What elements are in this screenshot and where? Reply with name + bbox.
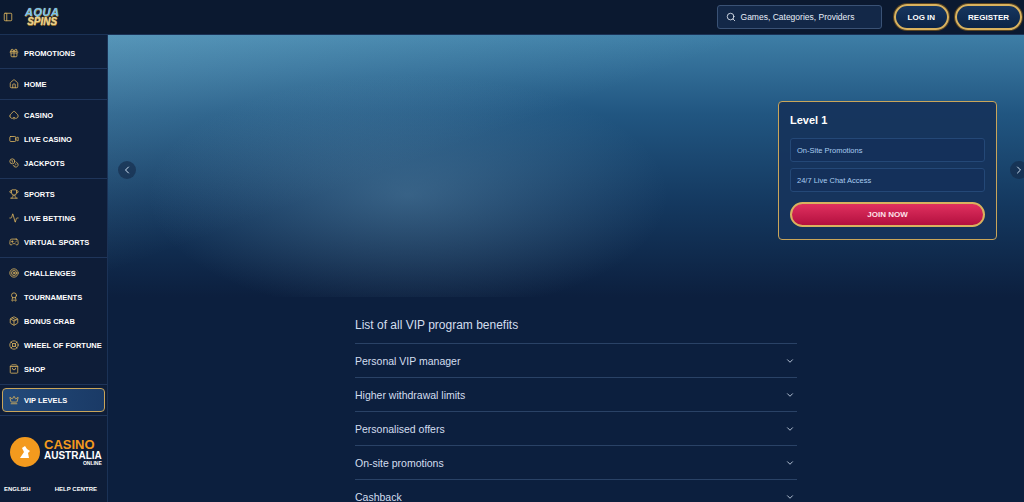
prev-arrow-icon[interactable] bbox=[118, 161, 136, 179]
benefit-row[interactable]: Higher withdrawal limits bbox=[355, 377, 797, 411]
sidebar-item[interactable]: CASINO bbox=[2, 103, 105, 127]
hero-banner: Level 1On-Site Promotions24/7 Live Chat … bbox=[108, 35, 1024, 297]
menu-icon bbox=[9, 134, 19, 144]
join-button[interactable]: JOIN NOW bbox=[790, 202, 985, 227]
level-card: Level 1On-Site Promotions24/7 Live Chat … bbox=[778, 101, 997, 240]
footer-link[interactable]: HELP CENTRE bbox=[55, 486, 97, 492]
sidebar-item[interactable]: JACKPOTS bbox=[2, 151, 105, 175]
benefits-list: List of all VIP program benefits Personal… bbox=[355, 297, 797, 502]
sidebar-item[interactable]: SHOP bbox=[2, 357, 105, 381]
page: AQUASPINS Games, Categories, Providers LOG… bbox=[0, 0, 1024, 502]
menu-icon bbox=[9, 316, 19, 326]
menu-icon bbox=[9, 268, 19, 278]
benefit-row[interactable]: Cashback bbox=[355, 479, 797, 502]
sidebar-item[interactable]: BONUS CRAB bbox=[2, 309, 105, 333]
chevron-icon bbox=[785, 458, 795, 468]
sidebar-group: VIP LEVELS bbox=[0, 385, 107, 416]
chevron-icon bbox=[785, 424, 795, 434]
menu-icon bbox=[9, 237, 19, 247]
menu-icon bbox=[9, 292, 19, 302]
search-icon bbox=[726, 12, 736, 22]
sidebar-group: SPORTSLIVE BETTINGVIRTUAL SPORTS bbox=[0, 179, 107, 258]
watermark: CASINOAUSTRALIAONLINE bbox=[10, 437, 102, 467]
sidebar-item[interactable]: VIRTUAL SPORTS bbox=[2, 230, 105, 254]
menu-icon bbox=[9, 79, 19, 89]
sidebar-item[interactable]: HOME bbox=[2, 72, 105, 96]
sidebar-toggle-icon[interactable] bbox=[3, 12, 13, 22]
sidebar-item[interactable]: LIVE BETTING bbox=[2, 206, 105, 230]
sidebar-item[interactable]: VIP LEVELS bbox=[2, 388, 105, 412]
benefit-row[interactable]: Personal VIP manager bbox=[355, 343, 797, 377]
chevron-icon bbox=[785, 492, 795, 502]
sidebar-item[interactable]: WHEEL OF FORTUNE bbox=[2, 333, 105, 357]
menu-icon bbox=[9, 364, 19, 374]
sidebar-footer: ENGLISH HELP CENTRE bbox=[0, 486, 107, 502]
menu-icon bbox=[9, 213, 19, 223]
chevron-icon bbox=[785, 356, 795, 366]
kangaroo-icon bbox=[10, 437, 40, 467]
sidebar-group: PROMOTIONS bbox=[0, 38, 107, 69]
level-perk: 24/7 Live Chat Access bbox=[790, 168, 985, 192]
benefit-row[interactable]: On-site promotions bbox=[355, 445, 797, 479]
level-perk: On-Site Promotions bbox=[790, 138, 985, 162]
sidebar-group: CHALLENGESTOURNAMENTSBONUS CRABWHEEL OF … bbox=[0, 258, 107, 385]
menu-icon bbox=[9, 158, 19, 168]
menu-icon bbox=[9, 110, 19, 120]
register-button[interactable]: REGISTER bbox=[955, 4, 1022, 30]
top-bar: AQUASPINS Games, Categories, Providers LOG… bbox=[0, 0, 1024, 35]
sidebar-item[interactable]: LIVE CASINO bbox=[2, 127, 105, 151]
logo[interactable]: AQUASPINS bbox=[25, 7, 59, 27]
footer-link[interactable]: ENGLISH bbox=[4, 486, 31, 492]
sidebar-group: CASINOLIVE CASINOJACKPOTS bbox=[0, 100, 107, 179]
search-field[interactable]: Games, Categories, Providers bbox=[717, 5, 882, 29]
login-button[interactable]: LOG IN bbox=[894, 4, 950, 30]
sidebar-item[interactable]: CHALLENGES bbox=[2, 261, 105, 285]
sidebar-item[interactable]: TOURNAMENTS bbox=[2, 285, 105, 309]
menu-icon bbox=[9, 48, 19, 58]
sidebar-item[interactable]: SPORTS bbox=[2, 182, 105, 206]
chevron-icon bbox=[785, 390, 795, 400]
sidebar-item[interactable]: PROMOTIONS bbox=[2, 41, 105, 65]
menu-icon bbox=[9, 189, 19, 199]
sidebar: PROMOTIONSHOMECASINOLIVE CASINOJACKPOTSS… bbox=[0, 35, 108, 502]
benefit-row[interactable]: Personalised offers bbox=[355, 411, 797, 445]
menu-icon bbox=[9, 340, 19, 350]
sidebar-group: HOME bbox=[0, 69, 107, 100]
menu-icon bbox=[9, 395, 19, 405]
benefits-title: List of all VIP program benefits bbox=[355, 315, 797, 335]
main-content: Level 1On-Site Promotions24/7 Live Chat … bbox=[108, 35, 1024, 502]
next-arrow-icon[interactable] bbox=[1010, 161, 1024, 179]
